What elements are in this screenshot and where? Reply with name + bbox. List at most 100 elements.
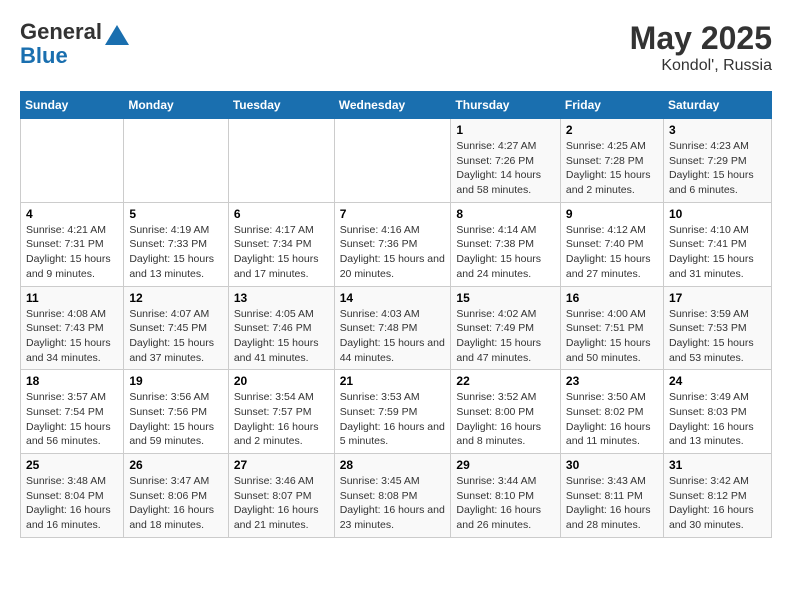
day-info: Sunrise: 4:23 AM Sunset: 7:29 PM Dayligh… [669,139,766,198]
day-info: Sunrise: 4:14 AM Sunset: 7:38 PM Dayligh… [456,223,555,282]
day-info: Sunrise: 3:43 AM Sunset: 8:11 PM Dayligh… [566,474,658,533]
day-number: 26 [129,458,222,472]
calendar-cell: 24 Sunrise: 3:49 AM Sunset: 8:03 PM Dayli… [663,370,771,454]
day-number: 12 [129,291,222,305]
weekday-header-monday: Monday [124,92,228,119]
logo-general: General [20,19,102,44]
logo-blue: Blue [20,43,68,68]
calendar-cell: 30 Sunrise: 3:43 AM Sunset: 8:11 PM Dayli… [560,454,663,538]
day-number: 6 [234,207,329,221]
calendar-cell: 17 Sunrise: 3:59 AM Sunset: 7:53 PM Dayli… [663,286,771,370]
calendar-cell: 7 Sunrise: 4:16 AM Sunset: 7:36 PM Daylig… [334,202,451,286]
day-number: 2 [566,123,658,137]
day-number: 8 [456,207,555,221]
day-info: Sunrise: 4:07 AM Sunset: 7:45 PM Dayligh… [129,307,222,366]
day-number: 30 [566,458,658,472]
calendar-cell: 25 Sunrise: 3:48 AM Sunset: 8:04 PM Dayli… [21,454,124,538]
calendar-cell: 1 Sunrise: 4:27 AM Sunset: 7:26 PM Daylig… [451,119,561,203]
day-number: 22 [456,374,555,388]
day-number: 17 [669,291,766,305]
day-info: Sunrise: 4:27 AM Sunset: 7:26 PM Dayligh… [456,139,555,198]
day-info: Sunrise: 3:48 AM Sunset: 8:04 PM Dayligh… [26,474,118,533]
weekday-header-sunday: Sunday [21,92,124,119]
day-number: 29 [456,458,555,472]
day-number: 23 [566,374,658,388]
calendar-cell: 2 Sunrise: 4:25 AM Sunset: 7:28 PM Daylig… [560,119,663,203]
calendar-cell: 16Sunrise: 4:00 AM Sunset: 7:51 PM Dayli… [560,286,663,370]
day-info: Sunrise: 3:53 AM Sunset: 7:59 PM Dayligh… [340,390,446,449]
calendar-cell [228,119,334,203]
day-info: Sunrise: 3:47 AM Sunset: 8:06 PM Dayligh… [129,474,222,533]
day-number: 25 [26,458,118,472]
day-number: 18 [26,374,118,388]
day-info: Sunrise: 4:17 AM Sunset: 7:34 PM Dayligh… [234,223,329,282]
calendar-week-row: 11 Sunrise: 4:08 AM Sunset: 7:43 PM Dayli… [21,286,772,370]
calendar-cell [21,119,124,203]
calendar-cell [124,119,228,203]
day-info: Sunrise: 3:44 AM Sunset: 8:10 PM Dayligh… [456,474,555,533]
day-number: 19 [129,374,222,388]
day-number: 20 [234,374,329,388]
weekday-header-tuesday: Tuesday [228,92,334,119]
calendar-cell: 18 Sunrise: 3:57 AM Sunset: 7:54 PM Dayli… [21,370,124,454]
calendar-cell: 9Sunrise: 4:12 AM Sunset: 7:40 PM Daylig… [560,202,663,286]
page-header: General Blue May 2025 Kondol', Russia [20,20,772,75]
calendar-cell: 4Sunrise: 4:21 AM Sunset: 7:31 PM Daylig… [21,202,124,286]
calendar-cell: 13Sunrise: 4:05 AM Sunset: 7:46 PM Dayli… [228,286,334,370]
calendar-table: SundayMondayTuesdayWednesdayThursdayFrid… [20,91,772,538]
day-info: Sunrise: 4:16 AM Sunset: 7:36 PM Dayligh… [340,223,446,282]
day-number: 15 [456,291,555,305]
day-number: 10 [669,207,766,221]
weekday-header-saturday: Saturday [663,92,771,119]
calendar-cell: 11 Sunrise: 4:08 AM Sunset: 7:43 PM Dayli… [21,286,124,370]
day-number: 27 [234,458,329,472]
day-info: Sunrise: 4:21 AM Sunset: 7:31 PM Dayligh… [26,223,118,282]
logo-icon [105,25,129,55]
day-info: Sunrise: 3:46 AM Sunset: 8:07 PM Dayligh… [234,474,329,533]
calendar-week-row: 1 Sunrise: 4:27 AM Sunset: 7:26 PM Daylig… [21,119,772,203]
calendar-cell: 31 Sunrise: 3:42 AM Sunset: 8:12 PM Dayli… [663,454,771,538]
day-number: 14 [340,291,446,305]
calendar-week-row: 25 Sunrise: 3:48 AM Sunset: 8:04 PM Dayli… [21,454,772,538]
day-number: 28 [340,458,446,472]
day-number: 7 [340,207,446,221]
calendar-cell: 21Sunrise: 3:53 AM Sunset: 7:59 PM Dayli… [334,370,451,454]
day-number: 5 [129,207,222,221]
calendar-subtitle: Kondol', Russia [630,57,772,75]
day-number: 24 [669,374,766,388]
calendar-cell: 8 Sunrise: 4:14 AM Sunset: 7:38 PM Daylig… [451,202,561,286]
day-info: Sunrise: 3:50 AM Sunset: 8:02 PM Dayligh… [566,390,658,449]
day-info: Sunrise: 3:57 AM Sunset: 7:54 PM Dayligh… [26,390,118,449]
calendar-cell: 10 Sunrise: 4:10 AM Sunset: 7:41 PM Dayli… [663,202,771,286]
calendar-cell: 29 Sunrise: 3:44 AM Sunset: 8:10 PM Dayli… [451,454,561,538]
calendar-cell: 20 Sunrise: 3:54 AM Sunset: 7:57 PM Dayli… [228,370,334,454]
day-number: 11 [26,291,118,305]
day-number: 3 [669,123,766,137]
day-info: Sunrise: 4:25 AM Sunset: 7:28 PM Dayligh… [566,139,658,198]
calendar-cell: 12 Sunrise: 4:07 AM Sunset: 7:45 PM Dayli… [124,286,228,370]
day-number: 31 [669,458,766,472]
day-info: Sunrise: 4:08 AM Sunset: 7:43 PM Dayligh… [26,307,118,366]
day-info: Sunrise: 3:49 AM Sunset: 8:03 PM Dayligh… [669,390,766,449]
calendar-week-row: 4Sunrise: 4:21 AM Sunset: 7:31 PM Daylig… [21,202,772,286]
weekday-header-wednesday: Wednesday [334,92,451,119]
calendar-cell: 6 Sunrise: 4:17 AM Sunset: 7:34 PM Daylig… [228,202,334,286]
day-info: Sunrise: 4:00 AM Sunset: 7:51 PM Dayligh… [566,307,658,366]
calendar-cell: 3 Sunrise: 4:23 AM Sunset: 7:29 PM Daylig… [663,119,771,203]
day-info: Sunrise: 3:42 AM Sunset: 8:12 PM Dayligh… [669,474,766,533]
day-number: 9 [566,207,658,221]
calendar-title: May 2025 [630,20,772,57]
calendar-cell: 22Sunrise: 3:52 AM Sunset: 8:00 PM Dayli… [451,370,561,454]
day-info: Sunrise: 3:59 AM Sunset: 7:53 PM Dayligh… [669,307,766,366]
day-info: Sunrise: 4:03 AM Sunset: 7:48 PM Dayligh… [340,307,446,366]
calendar-cell: 15Sunrise: 4:02 AM Sunset: 7:49 PM Dayli… [451,286,561,370]
day-number: 13 [234,291,329,305]
calendar-cell: 27 Sunrise: 3:46 AM Sunset: 8:07 PM Dayli… [228,454,334,538]
calendar-cell: 5Sunrise: 4:19 AM Sunset: 7:33 PM Daylig… [124,202,228,286]
weekday-header-friday: Friday [560,92,663,119]
day-info: Sunrise: 3:54 AM Sunset: 7:57 PM Dayligh… [234,390,329,449]
logo: General Blue [20,20,129,68]
day-number: 1 [456,123,555,137]
day-info: Sunrise: 4:10 AM Sunset: 7:41 PM Dayligh… [669,223,766,282]
day-info: Sunrise: 3:56 AM Sunset: 7:56 PM Dayligh… [129,390,222,449]
